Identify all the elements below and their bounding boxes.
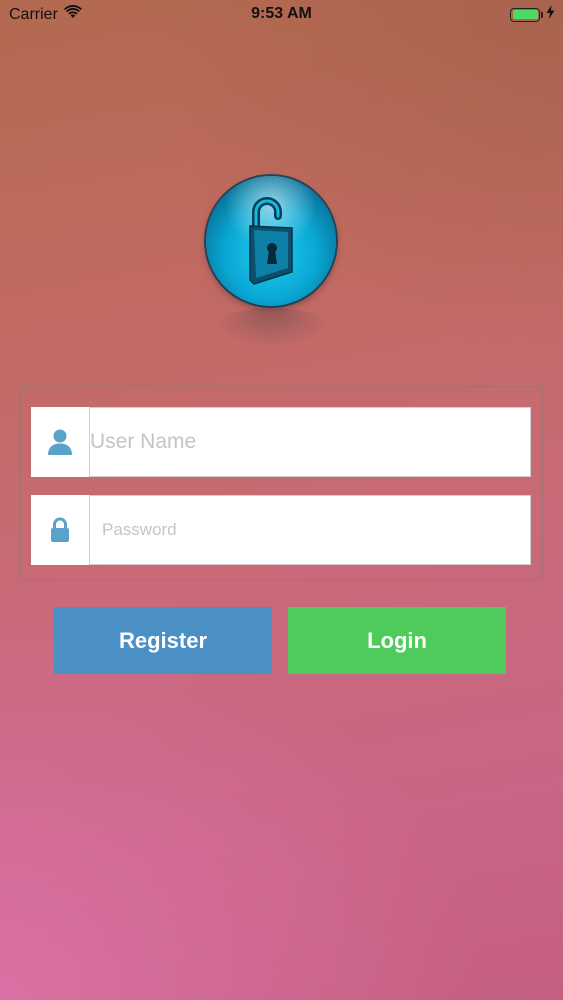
user-icon [48, 429, 72, 455]
username-icon-box [31, 407, 89, 477]
password-icon-box [31, 495, 89, 565]
logo-reflection [214, 308, 330, 348]
app-logo [206, 176, 338, 356]
logo-orb [206, 176, 336, 306]
lock-icon [51, 517, 69, 542]
login-button[interactable]: Login [288, 607, 506, 674]
password-input[interactable] [89, 495, 531, 565]
status-right [510, 5, 555, 24]
status-bar: Carrier 9:53 AM [0, 0, 563, 30]
battery-icon [510, 7, 543, 22]
unlocked-padlock-icon [249, 197, 293, 285]
status-time: 9:53 AM [251, 5, 312, 22]
login-form [20, 386, 543, 580]
register-button[interactable]: Register [54, 607, 272, 674]
charging-bolt-icon [546, 5, 555, 24]
password-row [31, 495, 531, 565]
username-row [31, 407, 531, 477]
username-input[interactable] [89, 407, 531, 477]
battery-level [512, 10, 538, 19]
